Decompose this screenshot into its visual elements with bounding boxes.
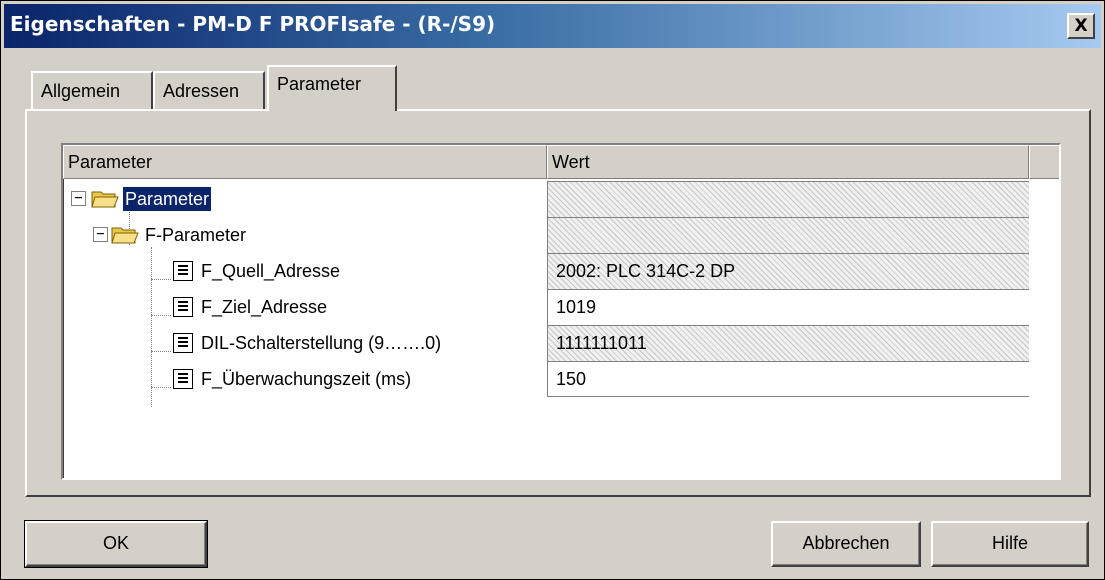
name-cell: F_Überwachungszeit (ms) [63, 361, 547, 397]
tab-parameter[interactable]: Parameter [267, 65, 397, 111]
tab-label: Allgemein [41, 81, 121, 101]
window-title: Eigenschaften - PM-D F PROFIsafe - (R-/S… [10, 12, 496, 36]
parameter-name: F_Überwachungszeit (ms) [201, 369, 412, 389]
tab-label: Parameter [277, 74, 362, 94]
column-header-filler [1029, 145, 1059, 179]
name-cell: F_Quell_Adresse [63, 253, 547, 289]
tree-row[interactable]: − F-Parameter [63, 217, 1029, 253]
title-bar[interactable]: Eigenschaften - PM-D F PROFIsafe - (R-/S… [4, 4, 1101, 48]
column-header-parameter[interactable]: Parameter [63, 145, 547, 179]
parameter-name: DIL-Schalterstellung (9…….0) [201, 333, 442, 353]
tree-row[interactable]: F_Quell_Adresse 2002: PLC 314C-2 DP [63, 253, 1029, 289]
parameter-document-icon [173, 369, 193, 389]
tree-row[interactable]: − Parameter [63, 181, 1029, 217]
value-cell [547, 217, 1029, 253]
tree-row[interactable]: DIL-Schalterstellung (9…….0) 1111111011 [63, 325, 1029, 361]
ok-button[interactable]: OK [24, 520, 208, 568]
close-icon: X [1074, 16, 1088, 36]
parameter-name: F_Ziel_Adresse [201, 297, 328, 317]
name-cell: − Parameter [63, 181, 547, 217]
tab-allgemein[interactable]: Allgemein [31, 71, 153, 111]
value-cell: 2002: PLC 314C-2 DP [547, 253, 1029, 289]
value-cell: 1111111011 [547, 325, 1029, 361]
tab-label: Adressen [163, 81, 240, 101]
minus-expander-icon[interactable]: − [93, 227, 108, 242]
parameter-document-icon [173, 261, 193, 281]
tree-row[interactable]: F_Überwachungszeit (ms) 150 [63, 361, 1029, 397]
value-cell[interactable]: 1019 [547, 289, 1029, 325]
tab-adressen[interactable]: Adressen [153, 71, 265, 111]
name-cell: − F-Parameter [63, 217, 547, 253]
parameter-document-icon [173, 297, 193, 317]
parameter-grid[interactable]: Parameter Wert − Parameter − F-Parameter… [61, 143, 1061, 480]
cancel-button[interactable]: Abbrechen [771, 521, 921, 567]
help-button[interactable]: Hilfe [931, 521, 1089, 567]
tree-item-label: Parameter [121, 186, 213, 212]
minus-expander-icon[interactable]: − [71, 191, 86, 206]
column-header-wert[interactable]: Wert [547, 145, 1029, 179]
properties-dialog: Eigenschaften - PM-D F PROFIsafe - (R-/S… [0, 0, 1105, 580]
open-folder-icon [91, 191, 119, 208]
close-button[interactable]: X [1067, 13, 1095, 39]
parameter-name: F_Quell_Adresse [201, 261, 341, 281]
name-cell: DIL-Schalterstellung (9…….0) [63, 325, 547, 361]
value-cell[interactable]: 150 [547, 361, 1029, 397]
name-cell: F_Ziel_Adresse [63, 289, 547, 325]
parameter-tab-panel: Parameter Wert − Parameter − F-Parameter… [25, 109, 1091, 497]
parameter-document-icon [173, 333, 193, 353]
value-cell [547, 181, 1029, 217]
tree-item-label: F-Parameter [145, 225, 247, 245]
tree-row[interactable]: F_Ziel_Adresse 1019 [63, 289, 1029, 325]
open-folder-icon [111, 227, 139, 244]
